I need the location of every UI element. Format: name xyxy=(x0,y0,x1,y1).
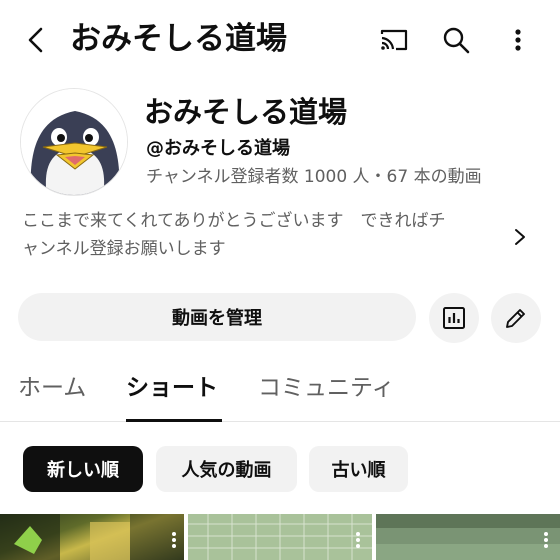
page-title: おみそしる道場 xyxy=(70,21,287,57)
edit-button[interactable] xyxy=(491,293,541,343)
thumbnail-image xyxy=(0,514,184,560)
thumbnail-image xyxy=(188,514,372,560)
short-thumbnail[interactable] xyxy=(376,514,560,560)
more-vert-icon[interactable] xyxy=(354,530,362,550)
edit-pencil-icon xyxy=(506,309,525,328)
penguin-avatar-icon xyxy=(21,89,127,195)
tab-shorts[interactable]: ショート xyxy=(126,368,218,422)
tab-home[interactable]: ホーム xyxy=(18,368,86,422)
description-line: ここまで来てくれてありがとうございます できればチ xyxy=(22,211,446,231)
short-thumbnail[interactable] xyxy=(0,514,184,560)
channel-stats: チャンネル登録者数 1000 人・67 本の動画 xyxy=(146,167,482,187)
cast-icon[interactable] xyxy=(376,22,412,58)
more-vert-icon[interactable] xyxy=(500,22,536,58)
short-thumbnail[interactable] xyxy=(188,514,372,560)
manage-videos-button[interactable]: 動画を管理 xyxy=(18,293,416,341)
active-tab-indicator xyxy=(126,419,222,422)
analytics-button[interactable] xyxy=(429,293,479,343)
chip-newest[interactable]: 新しい順 xyxy=(23,446,143,492)
description-line: ャンネル登録お願いします xyxy=(22,239,226,259)
more-vert-icon[interactable] xyxy=(542,530,550,550)
search-icon[interactable] xyxy=(438,22,474,58)
channel-tabs: ホーム ショート コミュニティ xyxy=(0,368,560,422)
chevron-right-icon[interactable] xyxy=(510,225,530,249)
channel-description[interactable]: ここまで来てくれてありがとうございます できればチ ャンネル登録お願いします xyxy=(22,207,502,263)
chip-oldest[interactable]: 古い順 xyxy=(309,446,408,492)
top-app-bar: おみそしる道場 xyxy=(0,0,560,80)
back-arrow-icon[interactable] xyxy=(18,22,54,58)
chip-popular[interactable]: 人気の動画 xyxy=(156,446,297,492)
channel-handle: @おみそしる道場 xyxy=(146,138,290,159)
analytics-icon xyxy=(443,307,465,329)
channel-name: おみそしる道場 xyxy=(144,95,348,129)
channel-avatar[interactable] xyxy=(20,88,128,196)
tab-community[interactable]: コミュニティ xyxy=(258,368,395,422)
more-vert-icon[interactable] xyxy=(170,530,178,550)
thumbnail-image xyxy=(376,514,560,560)
